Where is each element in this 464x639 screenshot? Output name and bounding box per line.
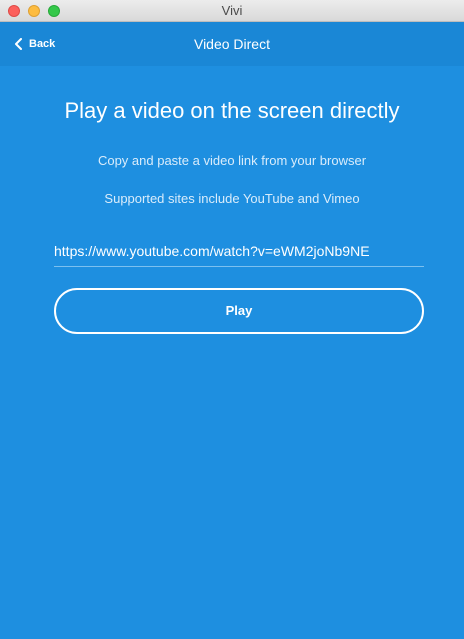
navigation-bar: Back Video Direct <box>0 22 464 66</box>
instruction-text: Copy and paste a video link from your br… <box>97 153 367 168</box>
page-title: Video Direct <box>193 36 270 52</box>
window-title: Vivi <box>221 3 243 18</box>
video-url-input[interactable] <box>54 236 424 267</box>
title-bar: Vivi <box>0 0 464 22</box>
app-window: Vivi Back Video Direct Play a video on t… <box>0 0 464 639</box>
play-button[interactable]: Play <box>54 288 424 334</box>
headline: Play a video on the screen directly <box>64 98 400 123</box>
supported-sites-text: Supported sites include YouTube and Vime… <box>104 191 360 206</box>
